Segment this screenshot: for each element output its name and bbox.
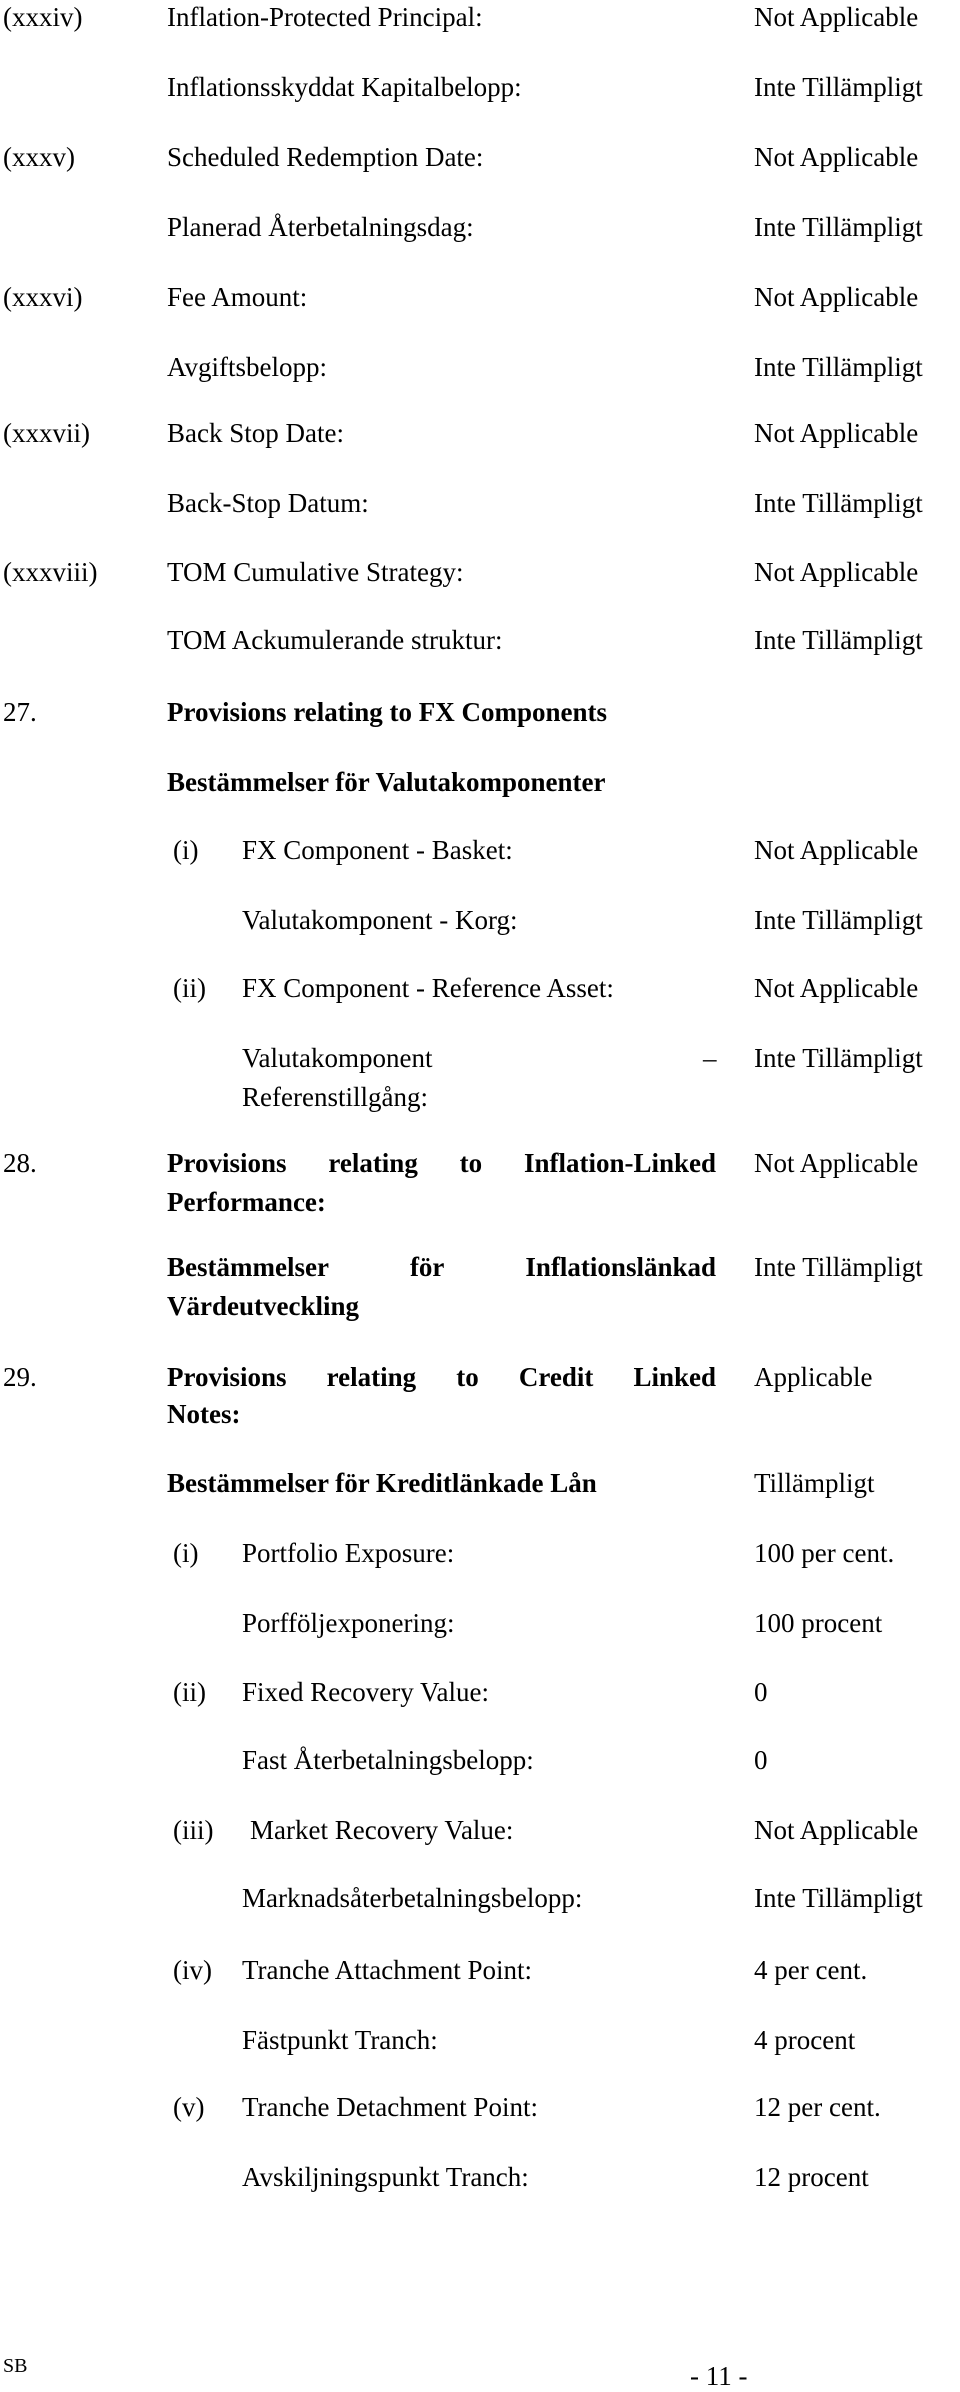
sub-item-number: (i) xyxy=(173,835,199,865)
sub-item-label-sv: Marknadsåterbetalningsbelopp: xyxy=(242,1883,583,1913)
sub-item-label-sv: Valutakomponent - Korg: xyxy=(242,905,518,935)
item-label-sv: Inflationsskyddat Kapitalbelopp: xyxy=(167,72,522,102)
item-label: Fee Amount: xyxy=(167,282,308,312)
sub-item-label-sv-line2: Referenstillgång: xyxy=(242,1082,428,1112)
section-heading-sv: Bestämmelser för Kreditlänkade Lån xyxy=(167,1468,597,1498)
sub-item-number: (ii) xyxy=(173,1677,206,1707)
section-heading: Provisions relating to Inflation-Linked … xyxy=(167,1147,716,1218)
sub-item-number: (i) xyxy=(173,1538,199,1568)
sub-item-label-sv-dash: – xyxy=(703,1043,717,1073)
sub-item-label: Fixed Recovery Value: xyxy=(242,1677,489,1707)
item-value-sv: Inte Tillämpligt xyxy=(754,352,923,382)
sub-item-value-sv: 4 procent xyxy=(754,2025,856,2055)
section-heading-line2: Performance: xyxy=(167,1187,326,1217)
item-value: Not Applicable xyxy=(754,557,919,587)
sub-item-value-sv: 100 procent xyxy=(754,1608,883,1638)
section-heading-line1: Provisions relating to Inflation-Linked xyxy=(167,1148,716,1178)
item-value-sv: Inte Tillämpligt xyxy=(754,212,923,242)
page-number: - 11 - xyxy=(690,2361,748,2391)
sub-item-value-sv: Inte Tillämpligt xyxy=(754,1883,923,1913)
sub-item-number: (iv) xyxy=(173,1955,212,1985)
item-value-sv: Inte Tillämpligt xyxy=(754,488,923,518)
section-number: 27. xyxy=(3,697,37,727)
item-label: Inflation-Protected Principal: xyxy=(167,2,483,32)
sub-item-label-sv: Fästpunkt Tranch: xyxy=(242,2025,438,2055)
section-heading-sv-line2: Värdeutveckling xyxy=(167,1291,359,1321)
section-heading-sv-line1: Bestämmelser för Inflationslänkad xyxy=(167,1252,716,1282)
section-number: 28. xyxy=(3,1148,37,1178)
sub-item-value: 100 per cent. xyxy=(754,1538,895,1568)
section-heading-line1: Provisions relating to Credit Linked xyxy=(167,1362,716,1392)
section-value-sv: Inte Tillämpligt xyxy=(754,1252,923,1282)
sub-item-label: Tranche Detachment Point: xyxy=(242,2092,538,2122)
item-label: Scheduled Redemption Date: xyxy=(167,142,484,172)
sub-item-value-sv: 12 procent xyxy=(754,2162,869,2192)
item-value: Not Applicable xyxy=(754,418,919,448)
sub-item-label: Tranche Attachment Point: xyxy=(242,1955,532,1985)
item-label-sv: Avgiftsbelopp: xyxy=(167,352,327,382)
item-label-sv: TOM Ackumulerande struktur: xyxy=(167,625,503,655)
section-heading-sv: Bestämmelser för Valutakomponenter xyxy=(167,767,606,797)
sub-item-value-sv: Inte Tillämpligt xyxy=(754,1043,923,1073)
section-heading: Provisions relating to FX Components xyxy=(167,697,608,727)
item-value-sv: Inte Tillämpligt xyxy=(754,625,923,655)
sub-item-number: (ii) xyxy=(173,973,206,1003)
item-number: (xxxiv) xyxy=(3,2,83,32)
item-value-sv: Inte Tillämpligt xyxy=(754,72,923,102)
section-heading: Provisions relating to Credit Linked Not… xyxy=(167,1361,716,1430)
item-number: (xxxviii) xyxy=(3,557,98,587)
sub-item-number: (v) xyxy=(173,2092,205,2122)
sub-item-value: 12 per cent. xyxy=(754,2092,881,2122)
sub-item-number: (iii) xyxy=(173,1815,214,1845)
item-value: Not Applicable xyxy=(754,142,919,172)
section-value: Applicable xyxy=(754,1362,873,1392)
sub-item-label: Portfolio Exposure: xyxy=(242,1538,455,1568)
item-label: Back Stop Date: xyxy=(167,418,344,448)
sub-item-label-sv: Porfföljexponering: xyxy=(242,1608,455,1638)
sub-item-label: Market Recovery Value: xyxy=(250,1815,514,1845)
item-value: Not Applicable xyxy=(754,282,919,312)
footer-initials: SB xyxy=(3,2355,28,2377)
sub-item-value: Not Applicable xyxy=(754,835,919,865)
section-number: 29. xyxy=(3,1362,37,1392)
section-value: Not Applicable xyxy=(754,1148,919,1178)
sub-item-label-sv: Avskiljningspunkt Tranch: xyxy=(242,2162,529,2192)
sub-item-value: Not Applicable xyxy=(754,973,919,1003)
section-heading-sv: Bestämmelser för Inflationslänkad Värdeu… xyxy=(167,1251,716,1322)
sub-item-label: FX Component - Basket: xyxy=(242,835,513,865)
item-label-sv: Back-Stop Datum: xyxy=(167,488,369,518)
sub-item-value: Not Applicable xyxy=(754,1815,919,1845)
item-number: (xxxvi) xyxy=(3,282,83,312)
sub-item-value-sv: 0 xyxy=(754,1745,768,1775)
section-value-sv: Tillämpligt xyxy=(754,1468,875,1498)
item-number: (xxxvii) xyxy=(3,418,90,448)
sub-item-label: FX Component - Reference Asset: xyxy=(242,973,614,1003)
sub-item-label-sv-line1: Valutakomponent xyxy=(242,1043,433,1073)
sub-item-value: 0 xyxy=(754,1677,768,1707)
item-number: (xxxv) xyxy=(3,142,75,172)
sub-item-value: 4 per cent. xyxy=(754,1955,868,1985)
item-value: Not Applicable xyxy=(754,2,919,32)
item-label-sv: Planerad Återbetalningsdag: xyxy=(167,212,474,242)
sub-item-label-sv: Fast Återbetalningsbelopp: xyxy=(242,1745,534,1775)
item-label: TOM Cumulative Strategy: xyxy=(167,557,464,587)
section-heading-line2: Notes: xyxy=(167,1399,241,1429)
sub-item-value-sv: Inte Tillämpligt xyxy=(754,905,923,935)
